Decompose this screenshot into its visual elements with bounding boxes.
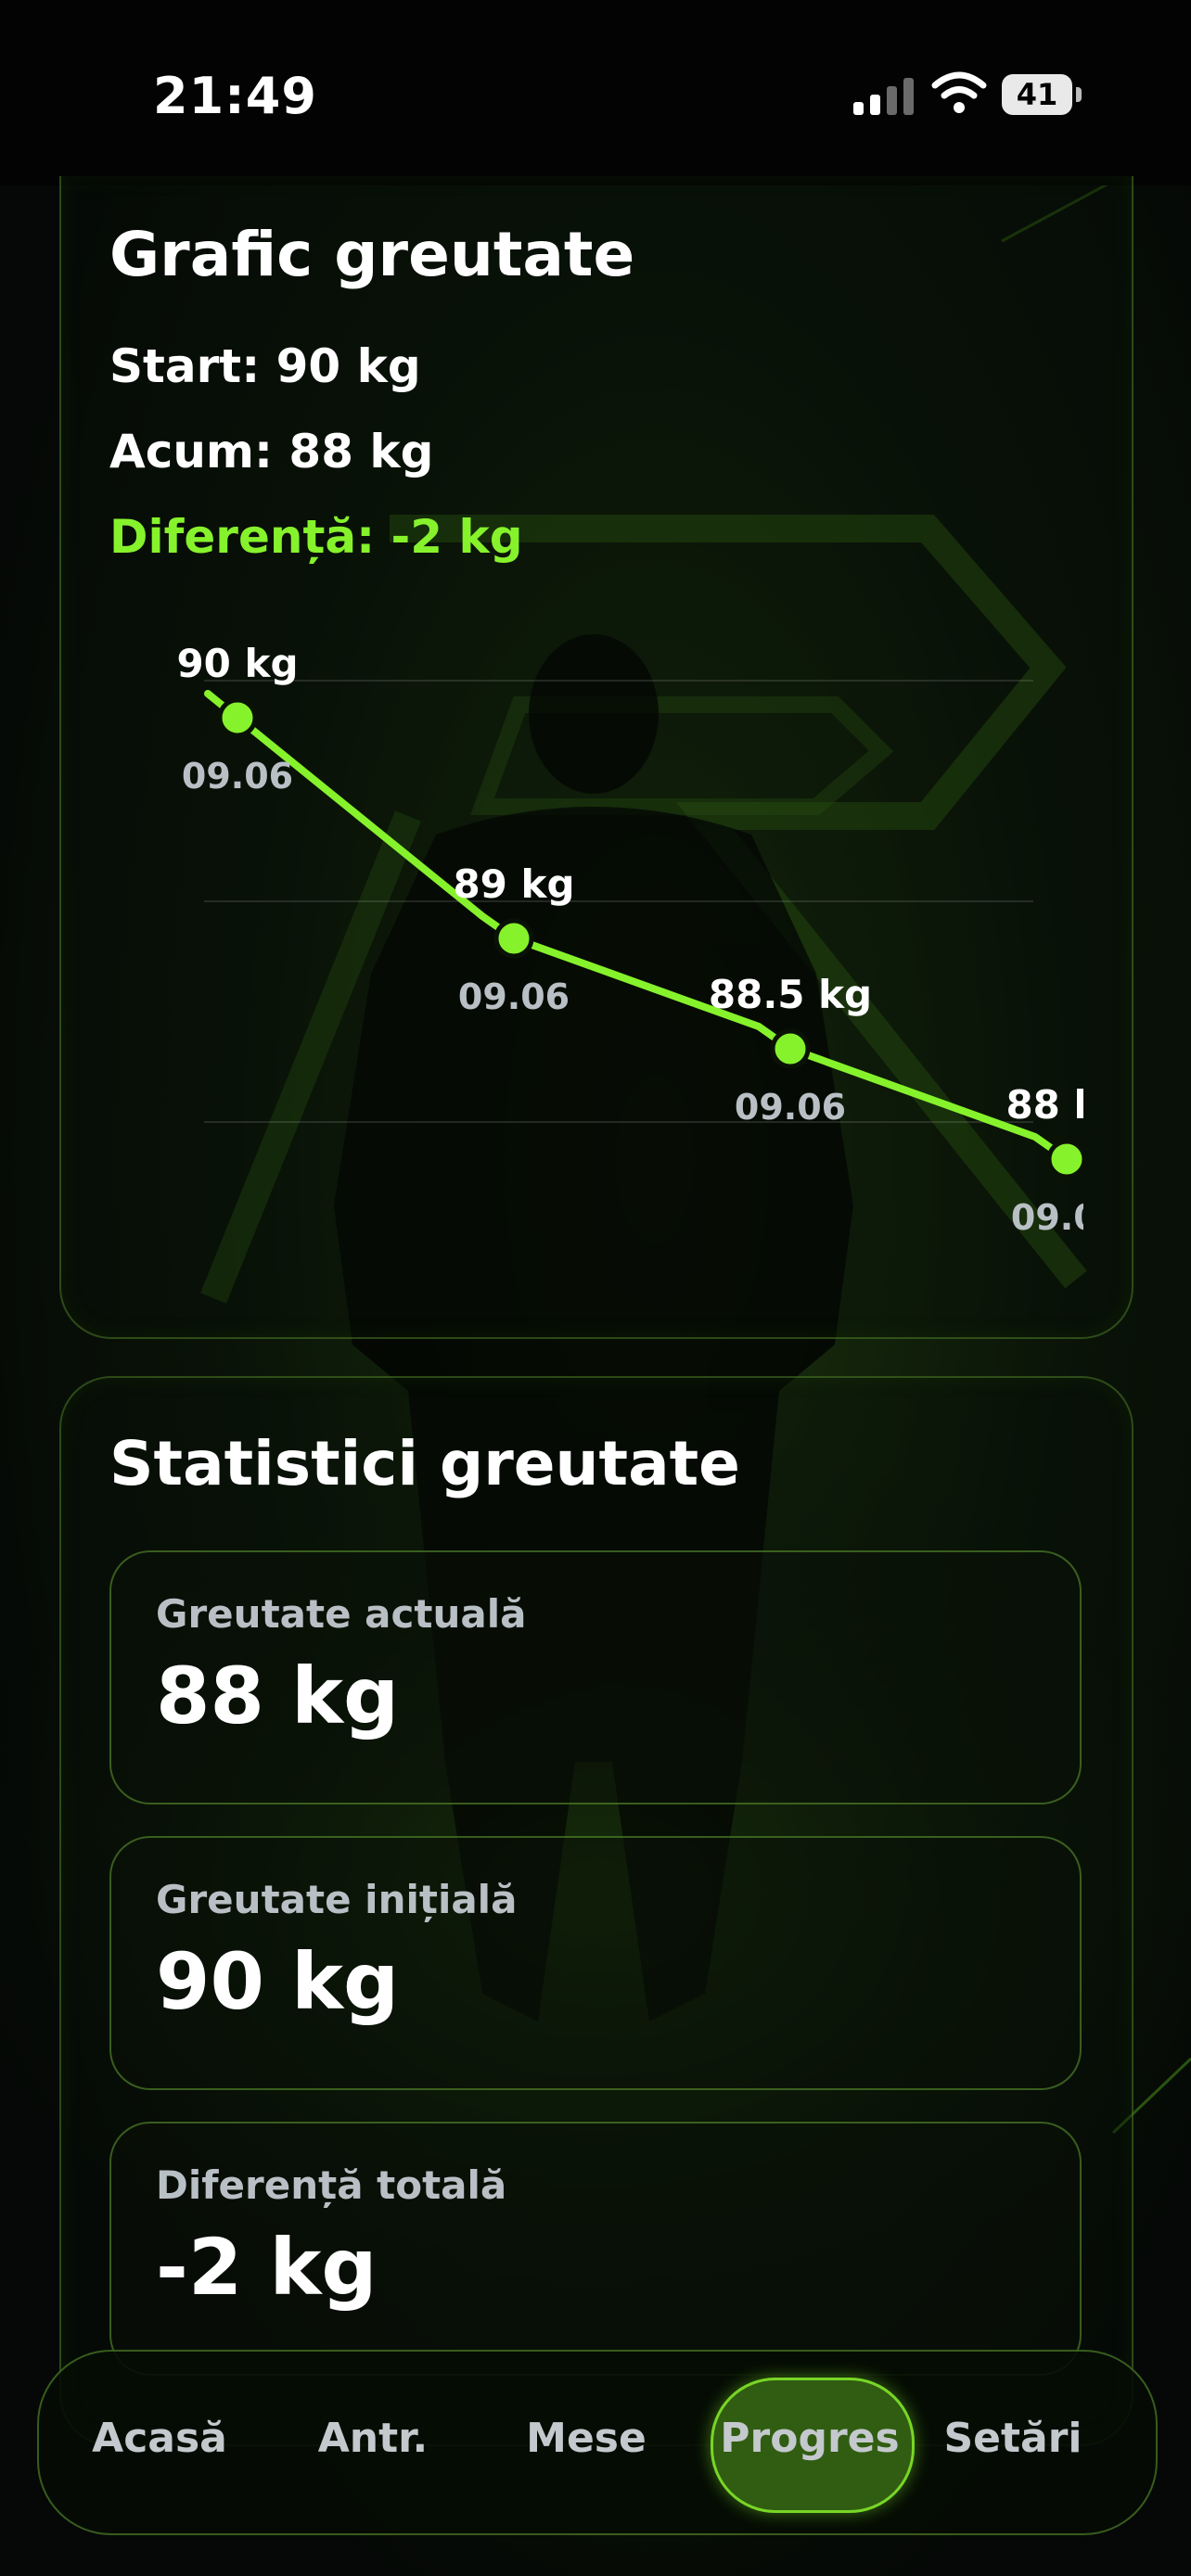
stat-value: 88 kg: [156, 1651, 400, 1741]
current-weight-text: Acum: 88 kg: [109, 425, 434, 478]
stat-value: -2 kg: [156, 2222, 378, 2313]
tab-progress[interactable]: Progres: [717, 2415, 903, 2462]
chart-point: [1046, 1139, 1083, 1180]
chart-data-label: 90 kg: [176, 641, 298, 686]
weight-stats-title: Statistici greutate: [109, 1428, 740, 1499]
status-time: 21:49: [153, 67, 317, 125]
status-bar: 21:49 41: [0, 0, 1191, 185]
chart-x-tick-label: 09.06: [735, 1087, 846, 1128]
tab-workouts[interactable]: Antr.: [289, 2415, 456, 2462]
battery-cap: [1076, 87, 1082, 102]
battery-icon: 41: [1002, 74, 1072, 115]
difference-text: Diferență: -2 kg: [109, 510, 523, 564]
tab-meals[interactable]: Mese: [503, 2415, 670, 2462]
bottom-tab-bar: Acasă Antr. Mese Progres Setări: [37, 2350, 1158, 2535]
chart-x-tick-label: 09.06: [182, 756, 293, 797]
chart-data-label: 89 kg: [453, 861, 574, 907]
chart-x-tick-label: 09.06: [1011, 1197, 1083, 1238]
chart-x-tick-label: 09.06: [458, 976, 570, 1017]
weight-chart-title: Grafic greutate: [109, 219, 635, 290]
initial-weight-stat: Greutate inițială 90 kg: [109, 1836, 1082, 2090]
chart-data-label: 88.5 kg: [709, 972, 872, 1017]
start-weight-text: Start: 90 kg: [109, 339, 421, 393]
stat-label: Greutate inițială: [156, 1877, 518, 1922]
chart-point: [217, 697, 258, 738]
cellular-signal-icon: [853, 78, 914, 115]
stat-value: 90 kg: [156, 1936, 400, 2027]
weight-line-chart: 90 kg 09.06 89 kg 09.06 88.5 kg 09.06 88 kg 09.…: [176, 641, 1083, 1238]
chart-point: [493, 918, 534, 959]
tab-settings[interactable]: Setări: [929, 2415, 1096, 2462]
stat-label: Diferență totală: [156, 2162, 507, 2208]
current-weight-stat: Greutate actuală 88 kg: [109, 1550, 1082, 1804]
total-difference-stat: Diferență totală -2 kg: [109, 2122, 1082, 2376]
stat-label: Greutate actuală: [156, 1591, 527, 1637]
chart-series-line: [204, 690, 1070, 1163]
chart-point: [770, 1028, 811, 1069]
chart-data-label: 88 kg: [1005, 1082, 1083, 1128]
wifi-icon: [931, 71, 987, 113]
tab-home[interactable]: Acasă: [76, 2415, 243, 2462]
